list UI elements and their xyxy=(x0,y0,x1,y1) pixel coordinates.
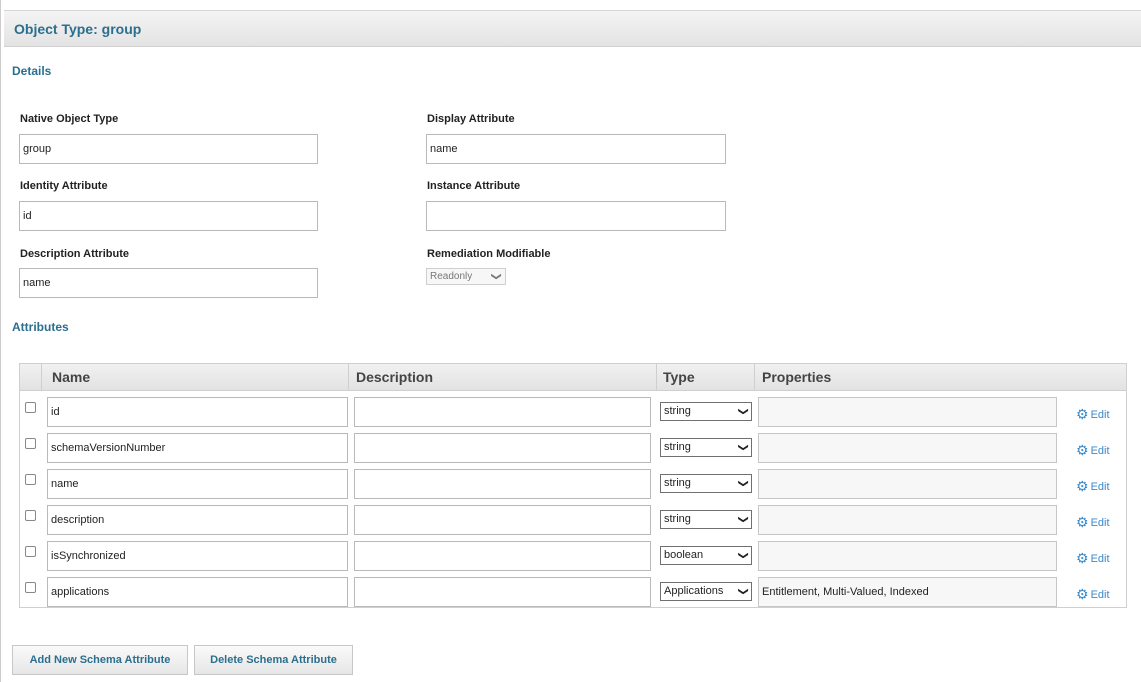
attribute-type-value: boolean xyxy=(664,549,704,561)
attribute-description-input[interactable] xyxy=(354,541,651,571)
row-checkbox[interactable] xyxy=(25,510,36,521)
attribute-name-input[interactable]: applications xyxy=(47,577,348,607)
attributes-table: Name Description Type Properties id strin… xyxy=(19,363,1127,608)
column-header-type: Type xyxy=(663,369,695,385)
display-attribute-label: Display Attribute xyxy=(427,113,515,125)
identity-attribute-input[interactable] xyxy=(19,201,318,231)
edit-attribute-link[interactable]: ⚙ Edit xyxy=(1076,477,1110,494)
attribute-type-value: string xyxy=(664,513,691,525)
gear-icon: ⚙ xyxy=(1076,514,1089,530)
attribute-properties-field xyxy=(758,469,1057,499)
table-row: isSynchronized boolean ❯ ⚙ Edit xyxy=(20,538,1126,574)
chevron-down-icon: ❯ xyxy=(737,443,749,452)
attribute-properties-field: Entitlement, Multi-Valued, Indexed xyxy=(758,577,1057,607)
attribute-name-input[interactable]: isSynchronized xyxy=(47,541,348,571)
page-title: Object Type: group xyxy=(14,21,142,37)
attribute-type-value: string xyxy=(664,405,691,417)
table-header: Name Description Type Properties xyxy=(20,364,1126,391)
remediation-modifiable-select[interactable]: Readonly ❯ xyxy=(426,268,506,285)
attribute-properties-field xyxy=(758,397,1057,427)
attribute-description-input[interactable] xyxy=(354,469,651,499)
chevron-down-icon: ❯ xyxy=(737,479,749,488)
attribute-properties-field xyxy=(758,505,1057,535)
instance-attribute-input[interactable] xyxy=(426,201,726,231)
chevron-down-icon: ❯ xyxy=(737,515,749,524)
edit-label: Edit xyxy=(1090,553,1110,565)
attribute-type-select[interactable]: string ❯ xyxy=(660,474,752,493)
attribute-name-input[interactable]: name xyxy=(47,469,348,499)
attribute-type-value: string xyxy=(664,477,691,489)
table-row: schemaVersionNumber string ❯ ⚙ Edit xyxy=(20,430,1126,466)
row-checkbox[interactable] xyxy=(25,438,36,449)
edit-attribute-link[interactable]: ⚙ Edit xyxy=(1076,549,1110,566)
panel-header: Object Type: group xyxy=(4,10,1141,47)
edit-label: Edit xyxy=(1090,589,1110,601)
attribute-properties-field xyxy=(758,433,1057,463)
attribute-type-value: string xyxy=(664,441,691,453)
remediation-modifiable-value: Readonly xyxy=(430,271,473,282)
gear-icon: ⚙ xyxy=(1076,586,1089,602)
attribute-name-input[interactable]: description xyxy=(47,505,348,535)
column-header-name: Name xyxy=(52,369,91,385)
edit-attribute-link[interactable]: ⚙ Edit xyxy=(1076,585,1110,602)
attribute-description-input[interactable] xyxy=(354,505,651,535)
table-row: applications Applications ❯ Entitlement, Mu… xyxy=(20,574,1126,610)
description-attribute-input[interactable] xyxy=(19,268,318,298)
edit-attribute-link[interactable]: ⚙ Edit xyxy=(1076,405,1110,422)
row-checkbox[interactable] xyxy=(25,474,36,485)
edit-label: Edit xyxy=(1090,445,1110,457)
identity-attribute-label: Identity Attribute xyxy=(20,180,108,192)
edit-label: Edit xyxy=(1090,517,1110,529)
gear-icon: ⚙ xyxy=(1076,478,1089,494)
edit-attribute-link[interactable]: ⚙ Edit xyxy=(1076,441,1110,458)
attribute-name-input[interactable]: id xyxy=(47,397,348,427)
attribute-name-input[interactable]: schemaVersionNumber xyxy=(47,433,348,463)
native-object-type-input[interactable] xyxy=(19,134,318,164)
attribute-type-select[interactable]: string ❯ xyxy=(660,510,752,529)
chevron-down-icon: ❯ xyxy=(737,551,749,560)
display-attribute-input[interactable] xyxy=(426,134,726,164)
edit-attribute-link[interactable]: ⚙ Edit xyxy=(1076,513,1110,530)
attribute-type-select[interactable]: string ❯ xyxy=(660,402,752,421)
remediation-modifiable-label: Remediation Modifiable xyxy=(427,248,551,260)
edit-label: Edit xyxy=(1090,481,1110,493)
chevron-down-icon: ❯ xyxy=(737,587,749,596)
table-row: name string ❯ ⚙ Edit xyxy=(20,466,1126,502)
attribute-type-select[interactable]: Applications ❯ xyxy=(660,582,752,601)
delete-schema-attribute-button[interactable]: Delete Schema Attribute xyxy=(194,645,353,675)
details-heading: Details xyxy=(12,64,52,78)
row-checkbox[interactable] xyxy=(25,546,36,557)
row-checkbox[interactable] xyxy=(25,582,36,593)
table-row: id string ❯ ⚙ Edit xyxy=(20,394,1126,430)
attribute-type-value: Applications xyxy=(664,585,724,597)
attributes-heading: Attributes xyxy=(12,320,69,334)
column-header-description: Description xyxy=(356,369,434,385)
attribute-description-input[interactable] xyxy=(354,577,651,607)
gear-icon: ⚙ xyxy=(1076,442,1089,458)
attribute-type-select[interactable]: boolean ❯ xyxy=(660,546,752,565)
chevron-down-icon: ❯ xyxy=(737,407,749,416)
description-attribute-label: Description Attribute xyxy=(20,248,129,260)
native-object-type-label: Native Object Type xyxy=(20,113,119,125)
add-schema-attribute-button[interactable]: Add New Schema Attribute xyxy=(12,645,188,675)
gear-icon: ⚙ xyxy=(1076,406,1089,422)
attribute-description-input[interactable] xyxy=(354,397,651,427)
table-row: description string ❯ ⚙ Edit xyxy=(20,502,1126,538)
row-checkbox[interactable] xyxy=(25,402,36,413)
instance-attribute-label: Instance Attribute xyxy=(427,180,521,192)
attribute-type-select[interactable]: string ❯ xyxy=(660,438,752,457)
chevron-down-icon: ❯ xyxy=(490,272,502,281)
gear-icon: ⚙ xyxy=(1076,550,1089,566)
column-header-properties: Properties xyxy=(762,369,832,385)
attribute-properties-field xyxy=(758,541,1057,571)
edit-label: Edit xyxy=(1090,409,1110,421)
attribute-description-input[interactable] xyxy=(354,433,651,463)
